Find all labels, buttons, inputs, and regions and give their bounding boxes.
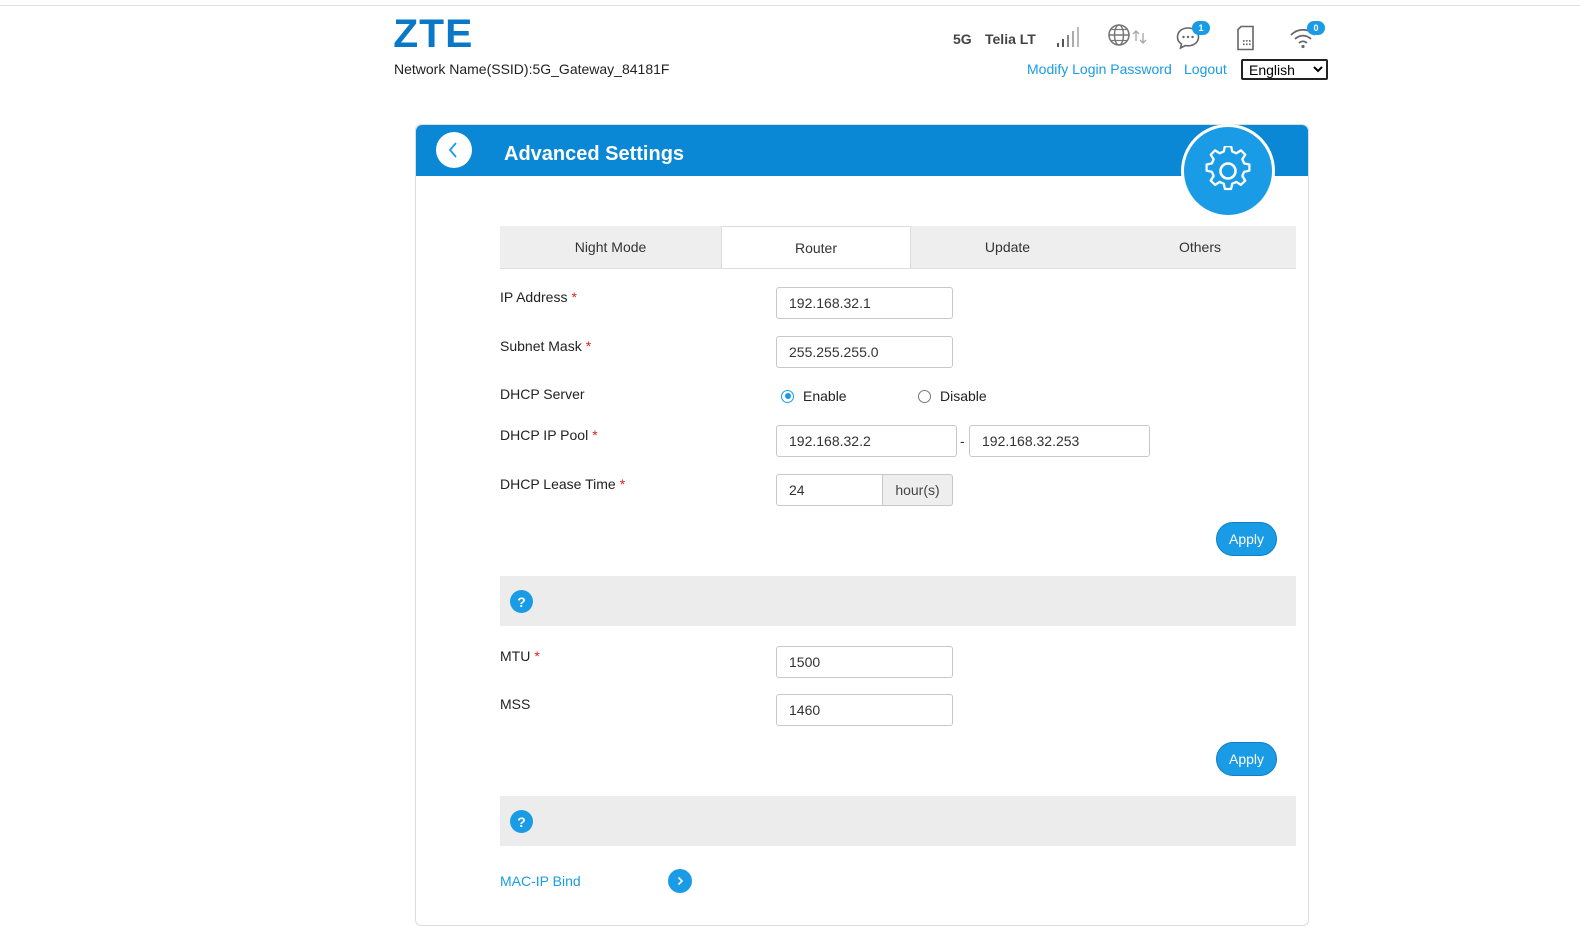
tab-update[interactable]: Update <box>911 226 1104 268</box>
mtu-label: MTU * <box>500 648 540 664</box>
dhcp-enable-radio[interactable]: Enable <box>781 388 847 404</box>
subnet-mask-input[interactable] <box>776 336 953 368</box>
ssid-label: Network Name(SSID):5G_Gateway_84181F <box>394 61 670 77</box>
help-icon[interactable]: ? <box>510 810 533 833</box>
required-mark: * <box>571 289 577 305</box>
messages-badge: 1 <box>1192 21 1210 35</box>
dhcp-ip-pool-label: DHCP IP Pool * <box>500 427 598 443</box>
dhcp-disable-label: Disable <box>940 388 987 404</box>
modify-login-password-link[interactable]: Modify Login Password <box>1027 61 1172 77</box>
dhcp-lease-time-input[interactable] <box>776 474 883 506</box>
lease-time-unit: hour(s) <box>883 474 953 506</box>
settings-badge <box>1181 124 1275 218</box>
settings-tabs: Night Mode Router Update Others <box>500 226 1296 269</box>
chevron-right-icon <box>677 876 684 886</box>
pool-range-separator: - <box>960 433 965 449</box>
required-mark: * <box>592 427 598 443</box>
radio-unselected-indicator <box>918 389 931 403</box>
chevron-left-icon <box>448 142 457 158</box>
mss-input[interactable] <box>776 694 953 726</box>
mtu-apply-button[interactable]: Apply <box>1216 742 1277 776</box>
help-bar-mtu: ? <box>500 796 1296 846</box>
wifi-clients-badge: 0 <box>1307 21 1325 35</box>
sim-card-icon[interactable] <box>1236 25 1256 51</box>
required-mark: * <box>619 476 626 492</box>
operator-name: Telia LT <box>985 31 1036 47</box>
required-mark: * <box>585 338 592 354</box>
required-mark: * <box>534 648 540 664</box>
ip-address-input[interactable] <box>776 287 953 319</box>
page-title: Advanced Settings <box>504 143 685 165</box>
gear-icon <box>1205 146 1251 191</box>
lan-apply-button[interactable]: Apply <box>1216 522 1277 556</box>
dhcp-lease-time-label: DHCP Lease Time * <box>500 476 626 492</box>
tab-night-mode[interactable]: Night Mode <box>500 226 721 268</box>
subnet-mask-label: Subnet Mask * <box>500 338 592 354</box>
back-button[interactable] <box>436 132 472 168</box>
tab-router[interactable]: Router <box>721 226 911 268</box>
dhcp-enable-label: Enable <box>803 388 847 404</box>
mac-ip-bind-link[interactable]: MAC-IP Bind <box>500 873 581 889</box>
radio-selected-indicator <box>781 389 794 403</box>
help-bar-lan: ? <box>500 576 1296 626</box>
tab-others[interactable]: Others <box>1104 226 1296 268</box>
dhcp-pool-start-input[interactable] <box>776 425 957 457</box>
signal-strength-icon <box>1057 27 1079 47</box>
mtu-input[interactable] <box>776 646 953 678</box>
card-header: Advanced Settings <box>416 125 1308 176</box>
logout-link[interactable]: Logout <box>1184 61 1227 77</box>
dhcp-server-label: DHCP Server <box>500 386 585 402</box>
language-select[interactable]: English <box>1241 59 1328 80</box>
network-type: 5G <box>953 31 972 47</box>
top-divider <box>0 5 1580 6</box>
internet-globe-icon[interactable] <box>1107 23 1149 49</box>
help-icon[interactable]: ? <box>510 590 533 613</box>
mac-ip-bind-open-button[interactable] <box>668 869 692 893</box>
dhcp-pool-end-input[interactable] <box>969 425 1150 457</box>
zte-logo: ZTE <box>393 12 474 56</box>
mss-label: MSS <box>500 696 531 712</box>
ip-address-label: IP Address * <box>500 289 577 305</box>
advanced-settings-card: Advanced Settings Night Mode Router Upda… <box>415 124 1309 926</box>
dhcp-disable-radio[interactable]: Disable <box>918 388 987 404</box>
